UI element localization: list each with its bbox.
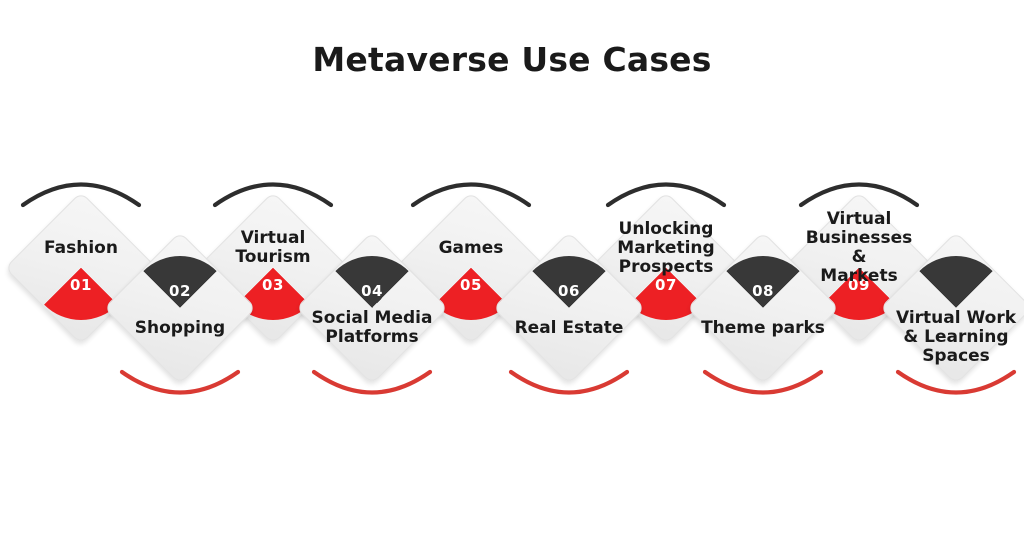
connector-arc-dark: [16, 166, 146, 212]
connector-arc-dark: [601, 166, 731, 212]
use-case-label: Real Estate: [514, 317, 624, 338]
connector-arc-red: [891, 365, 1021, 411]
step-number: 08: [752, 282, 774, 300]
connector-arc-red: [504, 365, 634, 411]
diamond-clip-inner: 06: [493, 232, 645, 384]
diamond-flow-diagram: 01 Fashion 02 Shopping 03 Virtual Tourism 04 So…: [0, 0, 1024, 536]
diamond-clip: 02: [104, 232, 257, 385]
connector-arc-red: [698, 365, 828, 411]
use-case-label: Virtual Work & Learning Spaces: [895, 308, 1017, 367]
use-case-node[interactable]: 06 Real Estate: [492, 231, 646, 395]
connector-arc-dark: [794, 166, 924, 212]
connector-arc-red: [307, 365, 437, 411]
use-case-node[interactable]: Virtual Work & Learning Spaces: [879, 231, 1024, 395]
use-case-label: Social Media Platforms: [311, 308, 433, 348]
connector-arc-dark: [208, 166, 338, 212]
diamond-clip-inner: 08: [687, 232, 839, 384]
step-number: 04: [361, 282, 383, 300]
connector-arc-red: [115, 365, 245, 411]
connector-arc-dark: [406, 166, 536, 212]
use-case-label: Shopping: [134, 317, 226, 338]
step-number-wedge: 02: [128, 256, 232, 360]
use-case-node[interactable]: 02 Shopping: [103, 231, 257, 395]
diamond-clip: 08: [687, 232, 840, 385]
use-case-node[interactable]: 08 Theme parks: [686, 231, 840, 395]
diamond-clip: 06: [493, 232, 646, 385]
step-number: 06: [558, 282, 580, 300]
infographic-root: Metaverse Use Cases 01 Fashion 02 Shopping 0…: [0, 0, 1024, 536]
step-number: 02: [169, 282, 191, 300]
use-case-label: Theme parks: [701, 317, 825, 338]
step-number-wedge: 08: [711, 256, 815, 360]
diamond-clip-inner: 02: [104, 232, 256, 384]
use-case-node[interactable]: 04 Social Media Platforms: [295, 231, 449, 395]
step-number-wedge: 06: [517, 256, 621, 360]
